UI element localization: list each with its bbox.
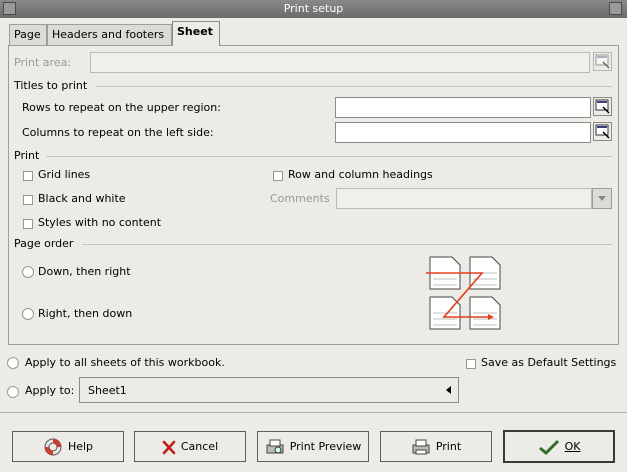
ok-checkmark-icon: [538, 439, 559, 455]
titles-separator: [96, 86, 612, 87]
row-column-headings-label: Row and column headings: [288, 168, 433, 181]
down-then-right-radio[interactable]: [22, 266, 34, 278]
row-column-headings-checkbox[interactable]: [273, 171, 283, 181]
window-title: Print setup: [283, 2, 344, 15]
titles-section-label: Titles to print: [14, 79, 88, 92]
right-then-down-label: Right, then down: [38, 307, 133, 320]
print-area-label: Print area:: [14, 56, 72, 69]
grid-lines-label: Grid lines: [38, 168, 91, 181]
comments-label: Comments: [270, 192, 330, 205]
save-default-label: Save as Default Settings: [481, 356, 617, 369]
window-menu-icon[interactable]: [3, 2, 16, 15]
comments-dropdown-button: [592, 188, 612, 209]
printer-icon: [412, 439, 430, 454]
styles-no-content-checkbox[interactable]: [23, 219, 33, 229]
styles-no-content-label: Styles with no content: [38, 216, 162, 229]
lifebuoy-icon: [44, 438, 62, 455]
right-then-down-radio[interactable]: [22, 308, 34, 320]
columns-repeat-label: Columns to repeat on the left side:: [22, 126, 214, 139]
chevron-down-icon: [598, 196, 606, 201]
print-separator: [46, 156, 612, 157]
grid-lines-checkbox[interactable]: [23, 171, 33, 181]
button-bar-separator: [0, 412, 627, 413]
page-order-section-label: Page order: [14, 237, 74, 250]
apply-to-radio[interactable]: [7, 386, 19, 398]
caret-left-icon: [446, 386, 451, 394]
black-and-white-checkbox[interactable]: [23, 195, 33, 205]
print-area-field: [90, 52, 590, 73]
down-then-right-label: Down, then right: [38, 265, 131, 278]
black-and-white-label: Black and white: [38, 192, 126, 205]
rows-repeat-field[interactable]: [335, 97, 591, 118]
print-button[interactable]: Print: [380, 431, 492, 462]
apply-to-sheet-value: Sheet1: [88, 384, 127, 397]
columns-repeat-select-button[interactable]: [593, 122, 612, 141]
select-range-icon: [595, 54, 610, 69]
apply-all-sheets-radio[interactable]: [7, 357, 19, 369]
cancel-x-icon: [162, 440, 176, 454]
apply-to-label: Apply to:: [25, 384, 75, 397]
rows-repeat-select-button[interactable]: [593, 97, 612, 116]
print-section-label: Print: [14, 149, 40, 162]
save-default-checkbox[interactable]: [466, 359, 476, 369]
help-button[interactable]: Help: [12, 431, 124, 462]
columns-repeat-field[interactable]: [335, 122, 591, 143]
comments-select: [336, 188, 592, 209]
ok-button[interactable]: OK: [503, 430, 615, 463]
tab-page[interactable]: Page: [9, 24, 47, 46]
select-range-icon: [595, 99, 610, 114]
print-preview-button[interactable]: Print Preview: [257, 431, 369, 462]
page-order-separator: [82, 244, 612, 245]
print-area-select-button: [593, 52, 612, 71]
apply-to-sheet-select[interactable]: Sheet1: [79, 377, 459, 403]
apply-all-sheets-label: Apply to all sheets of this workbook.: [25, 356, 225, 369]
print-preview-icon: [266, 439, 284, 453]
rows-repeat-label: Rows to repeat on the upper region:: [22, 101, 221, 114]
select-range-icon: [595, 124, 610, 139]
tab-headers-and-footers[interactable]: Headers and footers: [47, 24, 172, 46]
title-bar[interactable]: Print setup: [0, 0, 627, 18]
page-order-preview-icon: [426, 256, 501, 330]
cancel-button[interactable]: Cancel: [134, 431, 246, 462]
tab-sheet[interactable]: Sheet: [172, 21, 220, 46]
close-window-icon[interactable]: [609, 2, 622, 15]
